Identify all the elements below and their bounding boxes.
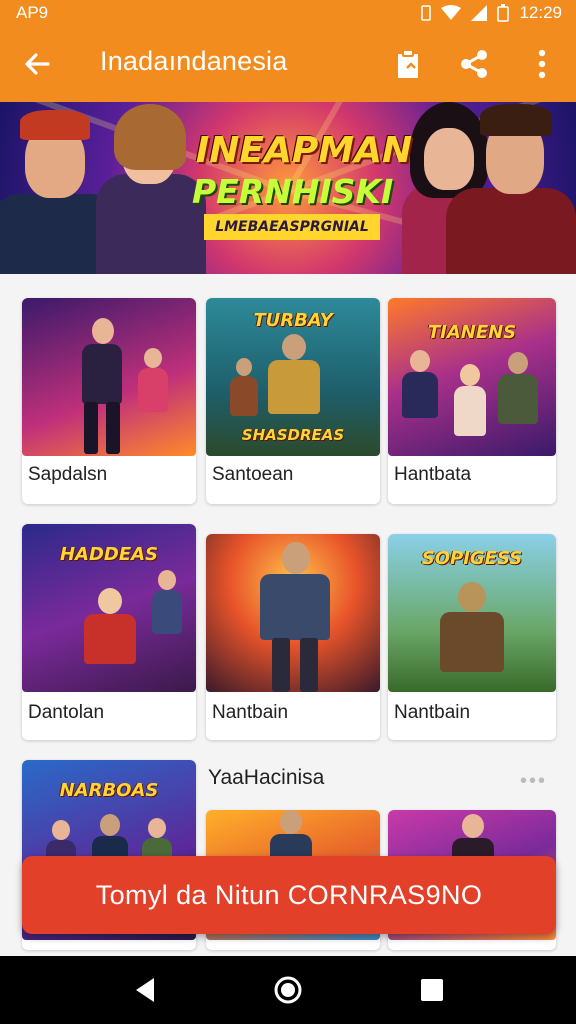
game-logo: TIANENS (427, 322, 517, 343)
share-icon[interactable] (454, 44, 494, 84)
nav-back-icon[interactable] (130, 974, 162, 1006)
more-options-icon[interactable]: ••• (520, 770, 547, 793)
game-title: Hantbata (394, 464, 472, 485)
game-logo: TURBAY (253, 310, 333, 331)
section-title: YaaHacinisa (208, 766, 325, 789)
game-thumbnail (22, 298, 196, 456)
signal-icon (471, 5, 488, 21)
game-thumbnail: TIANENS (388, 298, 556, 456)
primary-cta-button[interactable]: Tomyl da Nitun CORNRAS9NO (22, 856, 556, 934)
game-title: Dantolan (28, 702, 105, 723)
status-time: 12:29 (519, 3, 562, 22)
wifi-icon (441, 5, 462, 21)
back-arrow-icon[interactable] (18, 44, 58, 84)
game-card[interactable]: HADDEAS Dantolan (22, 524, 196, 740)
game-title: Sapdalsn (28, 464, 108, 485)
status-bar: AP9 12:29 (0, 0, 576, 26)
banner-subtitle: PERNHISKI (192, 172, 394, 211)
game-card[interactable]: TIANENS Hantbata (388, 298, 556, 504)
banner-tagline: LMEBAEASPRGNIAL (204, 214, 380, 240)
game-title: Santoean (212, 464, 294, 485)
game-thumbnail (206, 534, 380, 692)
game-card[interactable]: SOPIGESS Nantbain (388, 534, 556, 740)
banner-title: INEAPMAN (195, 130, 413, 171)
app-title: Inadaındanesia (100, 46, 288, 76)
game-card[interactable]: Sapdalsn (22, 298, 196, 504)
promo-banner[interactable]: INEAPMAN PERNHISKI LMEBAEASPRGNIAL (0, 102, 576, 274)
game-title: Nantbain (394, 702, 471, 723)
nav-home-icon[interactable] (272, 974, 304, 1006)
status-left-text: AP9 (16, 3, 49, 22)
game-thumbnail: TURBAY SHASDREAS (206, 298, 380, 456)
game-card[interactable]: TURBAY SHASDREAS Santoean (206, 298, 380, 504)
game-logo: NARBOAS (59, 780, 159, 801)
nav-recents-icon[interactable] (416, 974, 448, 1006)
system-nav-bar (0, 956, 576, 1024)
game-logo: SOPIGESS (421, 548, 523, 569)
game-logo: HADDEAS (59, 544, 159, 565)
more-vert-icon[interactable] (522, 44, 562, 84)
clipboard-icon[interactable] (388, 44, 428, 84)
game-thumbnail: HADDEAS (22, 524, 196, 692)
notification-icon (421, 4, 432, 22)
game-logo-secondary: SHASDREAS (241, 426, 345, 444)
game-thumbnail: SOPIGESS (388, 534, 556, 692)
battery-icon (497, 4, 510, 22)
game-title: Nantbain (212, 702, 289, 723)
hero-character-4 (446, 102, 576, 274)
game-card[interactable]: Nantbain (206, 534, 380, 740)
app-bar: Inadaındanesia (0, 26, 576, 102)
